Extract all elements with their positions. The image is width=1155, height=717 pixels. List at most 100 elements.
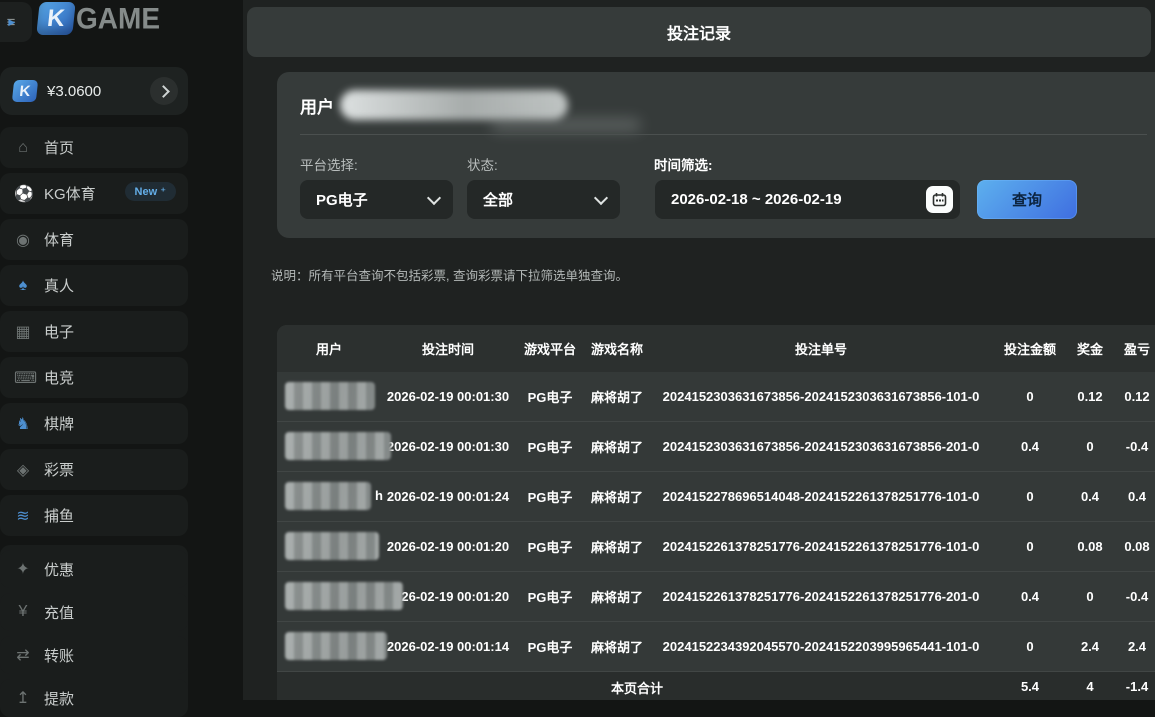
sidebar-item-提款[interactable]: ↥ 提款 bbox=[0, 679, 188, 717]
calendar-button[interactable] bbox=[926, 186, 953, 213]
main-content: 投注记录 用户 平台选择: 状态: 时间筛选: PG电子 全部 2026-02-… bbox=[243, 0, 1155, 700]
basketball-icon: ◉ bbox=[14, 230, 32, 250]
cell-order-no: 2024152278696514048-2024152261378251776-… bbox=[649, 489, 993, 504]
table-row: h2026-02-19 00:01:24PG电子麻将胡了202415227869… bbox=[277, 472, 1155, 522]
query-button[interactable]: 查询 bbox=[977, 180, 1077, 219]
cell-bonus: 0 bbox=[1067, 589, 1113, 604]
withdraw-icon: ↥ bbox=[14, 688, 32, 708]
cell-bet-amount: 0 bbox=[993, 539, 1067, 554]
cell-game-name: 麻将胡了 bbox=[585, 437, 649, 456]
table-row: 2026-02-19 00:01:20PG电子麻将胡了2024152261378… bbox=[277, 572, 1155, 622]
cell-bet-time: 2026-02-19 00:01:24 bbox=[381, 489, 515, 504]
cell-game-name: 麻将胡了 bbox=[585, 637, 649, 656]
redacted-username bbox=[285, 582, 403, 610]
table-row: 2026-02-19 00:01:30PG电子麻将胡了2024152303631… bbox=[277, 372, 1155, 422]
sidebar-item-label: 电子 bbox=[44, 321, 74, 342]
cell-bet-amount: 0 bbox=[993, 489, 1067, 504]
redacted-username bbox=[340, 90, 568, 120]
note-text: 说明：所有平台查询不包括彩票, 查询彩票请下拉筛选单独查询。 bbox=[271, 265, 628, 284]
sidebar-item-转账[interactable]: ⇄转账 bbox=[0, 636, 188, 674]
cell-bonus: 0.4 bbox=[1067, 489, 1113, 504]
sidebar-wallet-group: ✦优惠¥充值⇄转账↥提款 bbox=[0, 545, 188, 705]
divider bbox=[300, 134, 1147, 135]
filter-panel: 用户 平台选择: 状态: 时间筛选: PG电子 全部 2026-02-18 ~ … bbox=[277, 72, 1155, 238]
new-badge: New ⁺ bbox=[125, 182, 176, 201]
cell-platform: PG电子 bbox=[515, 587, 585, 606]
cell-bet-amount: 0.4 bbox=[993, 439, 1067, 454]
cell-order-no: 2024152303631673856-2024152303631673856-… bbox=[649, 389, 993, 404]
platform-select-value: PG电子 bbox=[316, 189, 368, 210]
col-bonus: 奖金 bbox=[1067, 339, 1113, 358]
sidebar-item-label: 充值 bbox=[44, 602, 74, 623]
date-range-input[interactable]: 2026-02-18 ~ 2026-02-19 bbox=[655, 180, 960, 219]
cell-bet-time: 2026-02-19 00:01:14 bbox=[381, 639, 515, 654]
col-game-name: 游戏名称 bbox=[585, 339, 649, 358]
balance-pill[interactable]: K ¥3.0600 bbox=[0, 67, 188, 115]
slots-icon: ▦ bbox=[14, 322, 32, 342]
cell-order-no: 2024152261378251776-2024152261378251776-… bbox=[649, 539, 993, 554]
sidebar-item-label: 真人 bbox=[44, 275, 74, 296]
cell-order-no: 2024152303631673856-2024152303631673856-… bbox=[649, 439, 993, 454]
table-row: 2026-02-19 00:01:20PG电子麻将胡了2024152261378… bbox=[277, 522, 1155, 572]
cell-bonus: 0.12 bbox=[1067, 389, 1113, 404]
cell-platform: PG电子 bbox=[515, 637, 585, 656]
sidebar-item-捕鱼[interactable]: ≋捕鱼 bbox=[0, 495, 188, 536]
sidebar-item-真人[interactable]: ♠真人 bbox=[0, 265, 188, 306]
cell-bonus: 0.08 bbox=[1067, 539, 1113, 554]
sidebar-item-KG体育[interactable]: ⚽ KG体育 New ⁺ bbox=[0, 173, 188, 214]
sidebar-item-首页[interactable]: ⌂首页 bbox=[0, 127, 188, 168]
transfer-icon: ⇄ bbox=[14, 645, 32, 665]
redacted-username bbox=[285, 632, 387, 660]
gift-icon: ✦ bbox=[14, 559, 32, 579]
table-body: 2026-02-19 00:01:30PG电子麻将胡了2024152303631… bbox=[277, 372, 1155, 672]
cell-bonus: 0 bbox=[1067, 439, 1113, 454]
cell-profit: 0.4 bbox=[1113, 489, 1155, 504]
sidebar-item-label: 电竞 bbox=[44, 367, 74, 388]
sidebar-item-优惠[interactable]: ✦优惠 bbox=[0, 550, 188, 588]
sidebar-item-label: 体育 bbox=[44, 229, 74, 250]
cell-profit: -0.4 bbox=[1113, 439, 1155, 454]
page-total-label: 本页合计 bbox=[577, 678, 697, 697]
cell-profit: 0.12 bbox=[1113, 389, 1155, 404]
balance-amount: ¥3.0600 bbox=[47, 83, 101, 100]
kg-sports-icon: ⚽ bbox=[14, 184, 32, 204]
sidebar-item-电竞[interactable]: ⌨电竞 bbox=[0, 357, 188, 398]
collapse-sidebar-button[interactable]: ≡▶ bbox=[0, 2, 32, 42]
date-range-value: 2026-02-18 ~ 2026-02-19 bbox=[671, 191, 842, 208]
lottery-icon: ◈ bbox=[14, 460, 32, 480]
sidebar-item-棋牌[interactable]: ♞棋牌 bbox=[0, 403, 188, 444]
user-label: 用户 bbox=[300, 93, 334, 118]
redacted-text bbox=[491, 118, 641, 132]
brand-logo[interactable]: K GAME bbox=[38, 2, 160, 35]
table-row: 2026-02-19 00:01:30PG电子麻将胡了2024152303631… bbox=[277, 422, 1155, 472]
sidebar-item-电子[interactable]: ▦ 电子 bbox=[0, 311, 188, 352]
sidebar-item-体育[interactable]: ◉ 体育 bbox=[0, 219, 188, 260]
cell-bet-time: 2026-02-19 00:01:20 bbox=[381, 539, 515, 554]
cell-game-name: 麻将胡了 bbox=[585, 587, 649, 606]
balance-expand-button[interactable] bbox=[150, 77, 178, 105]
page-header: 投注记录 bbox=[247, 7, 1151, 57]
sidebar: ≡▶ K GAME K ¥3.0600 ⌂首页 ⚽ KG体育 New ⁺ ◉ 体育 ♠真人 ▦… bbox=[0, 0, 243, 700]
platform-select[interactable]: PG电子 bbox=[300, 180, 453, 219]
sidebar-item-label: 提款 bbox=[44, 688, 74, 709]
cell-platform: PG电子 bbox=[515, 387, 585, 406]
sidebar-item-充值[interactable]: ¥充值 bbox=[0, 593, 188, 631]
cell-bet-time: 2026-02-19 00:01:30 bbox=[381, 389, 515, 404]
cell-bet-amount: 0 bbox=[993, 639, 1067, 654]
fishing-icon: ≋ bbox=[14, 506, 32, 526]
sidebar-item-label: KG体育 bbox=[44, 183, 96, 204]
status-select[interactable]: 全部 bbox=[467, 180, 620, 219]
calendar-icon bbox=[932, 192, 947, 207]
sidebar-item-彩票[interactable]: ◈彩票 bbox=[0, 449, 188, 490]
cell-platform: PG电子 bbox=[515, 487, 585, 506]
col-user: 用户 bbox=[277, 339, 381, 358]
total-bet-amount: 5.4 bbox=[993, 679, 1067, 694]
cell-platform: PG电子 bbox=[515, 537, 585, 556]
chess-icon: ♞ bbox=[14, 414, 32, 434]
sidebar-item-label: 首页 bbox=[44, 137, 74, 158]
cell-platform: PG电子 bbox=[515, 437, 585, 456]
cell-game-name: 麻将胡了 bbox=[585, 487, 649, 506]
col-platform: 游戏平台 bbox=[515, 339, 585, 358]
bet-records-table: 用户 投注时间 游戏平台 游戏名称 投注单号 投注金额 奖金 盈亏 状态 202… bbox=[277, 325, 1155, 700]
col-order-no: 投注单号 bbox=[649, 339, 993, 358]
